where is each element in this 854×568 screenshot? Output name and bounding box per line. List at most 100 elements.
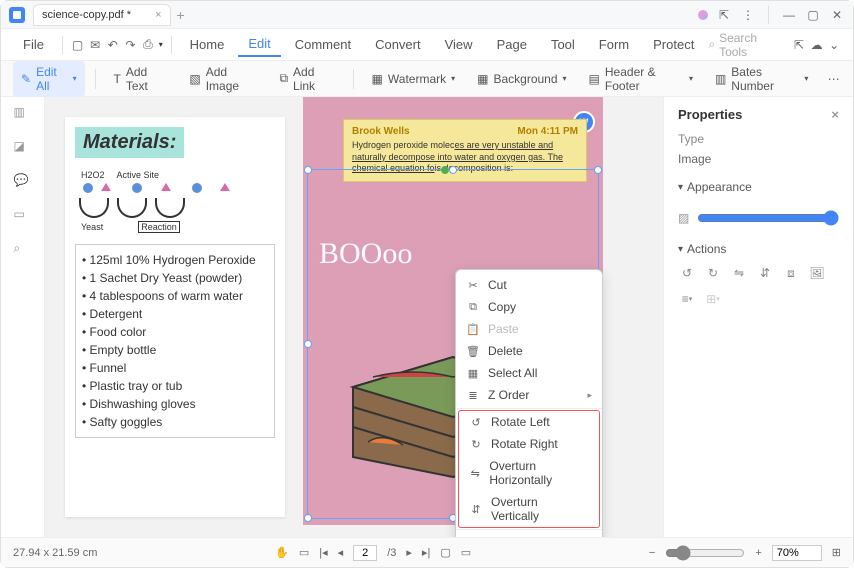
replace-action-icon[interactable]: 🖼 [808, 264, 826, 282]
appearance-section-toggle[interactable]: Appearance [678, 180, 839, 194]
next-page-icon[interactable]: ▸ [406, 546, 412, 559]
save-icon[interactable]: ▢ [71, 37, 85, 53]
pencil-icon: ✎ [21, 72, 31, 86]
kebab-menu-icon[interactable]: ⋮ [740, 7, 756, 23]
zoom-out-icon[interactable]: − [649, 547, 655, 559]
close-panel-icon[interactable]: × [831, 107, 839, 122]
zoom-select[interactable] [772, 545, 822, 561]
menu-tool[interactable]: Tool [541, 33, 585, 56]
rotate-left-icon: ↺ [469, 416, 483, 429]
bookmarks-icon[interactable]: ◪ [14, 139, 32, 157]
context-menu: ✂Cut ⧉Copy 📋Paste 🗑Delete ▦Select All ≣Z… [455, 269, 603, 537]
open-external-icon[interactable]: ⇱ [792, 37, 806, 53]
read-mode-icon[interactable]: ▭ [461, 546, 471, 559]
search-tools[interactable]: ⌕ Search Tools [708, 31, 776, 59]
menu-convert[interactable]: Convert [365, 33, 431, 56]
cm-paste: 📋Paste [456, 318, 602, 340]
select-all-icon: ▦ [466, 367, 480, 380]
undo-icon[interactable]: ↶ [106, 37, 120, 53]
scissors-icon: ✂ [466, 279, 480, 292]
header-footer-button[interactable]: ▤Header & Footer▾ [581, 61, 701, 97]
flip-h-action-icon[interactable]: ⇋ [730, 264, 748, 282]
background-icon: ▦ [477, 72, 488, 86]
page-number-input[interactable] [353, 545, 377, 561]
fit-page-icon[interactable]: ▢ [440, 546, 450, 559]
menu-page[interactable]: Page [487, 33, 537, 56]
fit-width-icon[interactable]: ⊞ [832, 546, 841, 559]
minimize-button[interactable]: — [781, 7, 797, 23]
cm-rotate-left[interactable]: ↺Rotate Left [459, 411, 599, 433]
flip-v-action-icon[interactable]: ⇵ [756, 264, 774, 282]
close-tab-icon[interactable]: × [155, 9, 161, 21]
add-text-button[interactable]: TAdd Text [106, 61, 176, 97]
cloud-icon[interactable]: ☁ [810, 37, 824, 53]
print-icon[interactable]: ⎙ [141, 37, 155, 53]
menu-edit[interactable]: Edit [238, 32, 280, 57]
page-left: Materials: H2O2 Active Site Yeast Reacti… [65, 117, 285, 517]
menu-form[interactable]: Form [589, 33, 639, 56]
bates-number-button[interactable]: ▥Bates Number▾ [707, 61, 816, 97]
tab-title: science-copy.pdf * [42, 9, 131, 21]
hand-tool-icon[interactable]: ✋ [275, 546, 289, 559]
prev-page-icon[interactable]: ◂ [338, 546, 344, 559]
title-bar: science-copy.pdf * × + ⇱ ⋮ — ▢ ✕ [1, 1, 853, 29]
rotate-handle[interactable] [441, 166, 449, 174]
zoom-slider[interactable] [665, 545, 745, 561]
menu-home[interactable]: Home [180, 33, 235, 56]
edit-toolbar: ✎ Edit All ▾ TAdd Text ▧Add Image ⧉Add L… [1, 61, 853, 97]
share-icon[interactable]: ⇱ [716, 7, 732, 23]
collapse-ribbon-icon[interactable]: ⌄ [827, 37, 841, 53]
select-tool-icon[interactable]: ▭ [299, 546, 309, 559]
left-sidebar: ▥ ◪ 💬 ▭ ⌕ [1, 97, 45, 537]
copy-icon: ⧉ [466, 301, 480, 314]
cm-save-image[interactable]: ⬇Save Image As [456, 532, 602, 537]
cm-z-order[interactable]: ≣Z Order▸ [456, 384, 602, 406]
account-avatar-icon[interactable] [698, 10, 708, 20]
opacity-icon: ▨ [678, 211, 689, 225]
document-canvas[interactable]: • • •• • •• • • Materials: H2O2 Active S… [45, 97, 663, 537]
redo-icon[interactable]: ↷ [124, 37, 138, 53]
attachments-icon[interactable]: ▭ [14, 207, 32, 225]
watermark-button[interactable]: ▦Watermark▾ [364, 68, 464, 90]
opacity-slider[interactable] [697, 210, 839, 226]
type-label: Type [678, 132, 839, 146]
search-rail-icon[interactable]: ⌕ [14, 241, 32, 259]
actions-section-toggle[interactable]: Actions [678, 242, 839, 256]
background-button[interactable]: ▦Background▾ [469, 68, 574, 90]
add-link-button[interactable]: ⧉Add Link [271, 61, 342, 97]
materials-heading: Materials: [75, 127, 184, 158]
cm-overturn-h[interactable]: ⇋Overturn Horizontally [459, 455, 599, 491]
rotate-left-action-icon[interactable]: ↺ [678, 264, 696, 282]
image-icon: ▧ [189, 72, 200, 86]
first-page-icon[interactable]: |◂ [319, 546, 327, 559]
mail-icon[interactable]: ✉ [88, 37, 102, 53]
cm-cut[interactable]: ✂Cut [456, 274, 602, 296]
add-image-button[interactable]: ▧Add Image [181, 61, 265, 97]
zoom-in-icon[interactable]: + [755, 547, 761, 559]
align-action-icon[interactable]: ≡▾ [678, 290, 696, 308]
rotate-right-action-icon[interactable]: ↻ [704, 264, 722, 282]
new-tab-button[interactable]: + [177, 7, 185, 23]
close-window-button[interactable]: ✕ [829, 7, 845, 23]
more-tools-icon[interactable]: ⋯ [826, 71, 841, 87]
document-tab[interactable]: science-copy.pdf * × [33, 4, 171, 26]
maximize-button[interactable]: ▢ [805, 7, 821, 23]
cm-delete[interactable]: 🗑Delete [456, 340, 602, 362]
menu-view[interactable]: View [435, 33, 483, 56]
menu-comment[interactable]: Comment [285, 33, 361, 56]
cm-overturn-v[interactable]: ⇵Overturn Vertically [459, 491, 599, 527]
paste-icon: 📋 [466, 323, 480, 336]
menu-protect[interactable]: Protect [643, 33, 704, 56]
cm-rotate-right[interactable]: ↻Rotate Right [459, 433, 599, 455]
cm-copy[interactable]: ⧉Copy [456, 296, 602, 318]
crop-action-icon[interactable]: ⧈ [782, 264, 800, 282]
text-icon: T [114, 72, 121, 86]
menu-bar: File ▢ ✉ ↶ ↷ ⎙ ▾ Home Edit Comment Conve… [1, 29, 853, 61]
cm-select-all[interactable]: ▦Select All [456, 362, 602, 384]
thumbnails-icon[interactable]: ▥ [14, 105, 32, 123]
edit-all-button[interactable]: ✎ Edit All ▾ [13, 61, 85, 97]
watermark-icon: ▦ [372, 72, 383, 86]
last-page-icon[interactable]: ▸| [422, 546, 430, 559]
comments-icon[interactable]: 💬 [14, 173, 32, 191]
menu-file[interactable]: File [13, 33, 54, 56]
